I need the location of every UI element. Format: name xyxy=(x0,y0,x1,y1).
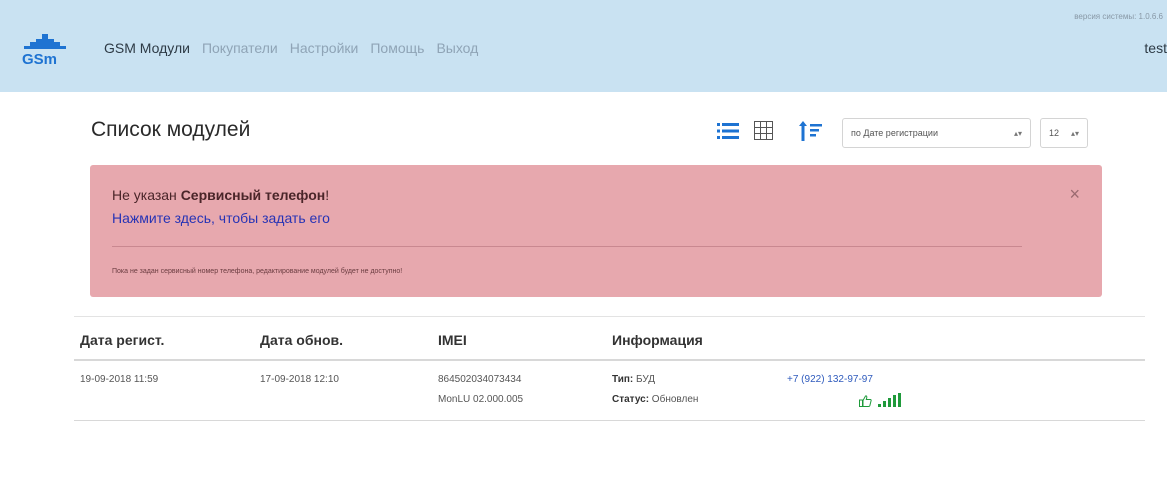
list-icon xyxy=(717,122,739,145)
sort-icon xyxy=(799,120,823,146)
alert-suffix: ! xyxy=(325,187,330,203)
list-view-button[interactable] xyxy=(717,122,739,144)
sort-field-value: по Дате регистрации xyxy=(851,128,938,138)
cell-imei: 864502034073434 xyxy=(438,374,522,385)
nav-customers[interactable]: Покупатели xyxy=(202,40,278,56)
alert-bold: Сервисный телефон xyxy=(180,187,326,203)
nav-settings[interactable]: Настройки xyxy=(290,40,359,56)
per-page-select[interactable]: 12 ▴▾ xyxy=(1040,118,1088,148)
nav-gsm-modules[interactable]: GSM Модули xyxy=(104,40,190,56)
grid-icon xyxy=(753,121,773,145)
signal-icon xyxy=(878,393,902,412)
module-phone-link[interactable]: +7 (922) 132-97-97 xyxy=(787,374,873,385)
select-arrows-icon: ▴▾ xyxy=(1013,128,1022,138)
alert-divider xyxy=(112,246,1022,247)
table-top-divider xyxy=(74,316,1145,317)
type-value: БУД xyxy=(633,374,656,385)
col-header-info[interactable]: Информация xyxy=(612,332,703,348)
system-version: версия системы: 1.0.6.6 xyxy=(1074,12,1163,21)
cell-firmware: MonLU 02.000.005 xyxy=(438,394,524,405)
cell-upd-date: 17-09-2018 12:10 xyxy=(260,374,339,385)
per-page-value: 12 xyxy=(1049,128,1060,138)
alert-message: Не указан Сервисный телефон! xyxy=(112,187,329,203)
current-user[interactable]: test xyxy=(1144,40,1167,56)
svg-text:GSm: GSm xyxy=(22,51,57,68)
nav-help[interactable]: Помощь xyxy=(370,40,424,56)
cell-status: Статус: Обновлен xyxy=(612,394,698,405)
close-icon[interactable]: × xyxy=(1069,184,1080,205)
set-service-phone-link[interactable]: Нажмите здесь, чтобы задать его xyxy=(112,210,330,226)
navbar: версия системы: 1.0.6.6 GSm GSM Модули П… xyxy=(0,0,1167,92)
thumbs-up-icon xyxy=(859,394,872,412)
module-indicators xyxy=(859,393,902,412)
nav-logout[interactable]: Выход xyxy=(436,40,478,56)
service-phone-alert: Не указан Сервисный телефон! Нажмите зде… xyxy=(90,165,1102,297)
page-title: Список модулей xyxy=(91,118,251,141)
alert-prefix: Не указан xyxy=(112,187,181,203)
alert-note: Пока не задан сервисный номер телефона, … xyxy=(112,268,403,275)
main-nav: GSM Модули Покупатели Настройки Помощь В… xyxy=(104,40,490,56)
sort-field-select[interactable]: по Дате регистрации ▴▾ xyxy=(842,118,1031,148)
cell-type: Тип: БУД xyxy=(612,374,655,385)
grid-view-button[interactable] xyxy=(752,121,774,145)
row-divider xyxy=(74,420,1145,421)
status-label: Статус: xyxy=(612,394,650,405)
col-header-upd-date[interactable]: Дата обнов. xyxy=(260,332,343,348)
col-header-imei[interactable]: IMEI xyxy=(438,332,467,348)
type-label: Тип: xyxy=(612,374,634,385)
cell-reg-date: 19-09-2018 11:59 xyxy=(80,374,159,385)
col-header-reg-date[interactable]: Дата регист. xyxy=(80,332,164,348)
select-arrows-icon: ▴▾ xyxy=(1070,128,1079,138)
header-divider xyxy=(74,359,1145,361)
sort-order-button[interactable] xyxy=(799,120,823,146)
status-value: Обновлен xyxy=(649,394,699,405)
gsm-logo[interactable]: GSm xyxy=(22,34,80,68)
